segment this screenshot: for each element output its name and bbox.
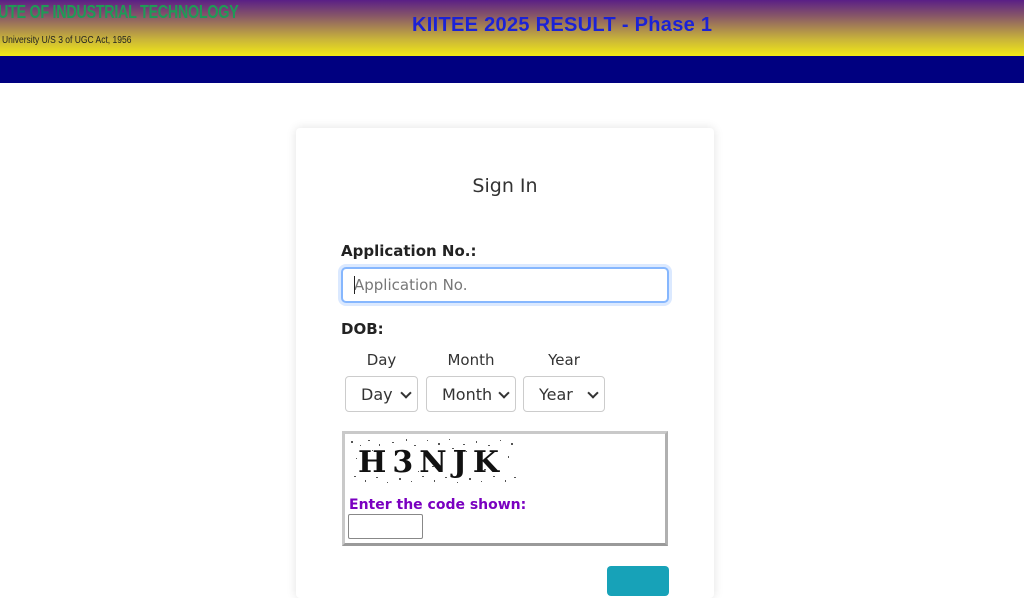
chevron-down-icon bbox=[400, 387, 412, 399]
text-caret bbox=[354, 276, 355, 294]
month-select-value: Month bbox=[442, 385, 493, 404]
application-number-input[interactable] bbox=[341, 267, 669, 303]
captcha-text: H3NJK bbox=[358, 445, 505, 480]
institute-logo-subtext: University U/S 3 of UGC Act, 1956 bbox=[2, 35, 132, 46]
dob-label: DOB: bbox=[341, 320, 384, 338]
sign-in-heading: Sign In bbox=[472, 175, 538, 197]
institute-logo-text: UTE OF INDUSTRIAL TECHNOLOGY bbox=[0, 2, 239, 22]
captcha-image: H3NJK bbox=[351, 439, 516, 483]
year-select[interactable]: Year bbox=[523, 376, 605, 412]
application-number-label: Application No.: bbox=[341, 242, 477, 260]
captcha-prompt: Enter the code shown: bbox=[349, 497, 527, 513]
site-header: UTE OF INDUSTRIAL TECHNOLOGY University … bbox=[0, 0, 1024, 56]
year-label: Year bbox=[548, 351, 580, 369]
navbar bbox=[0, 56, 1024, 83]
chevron-down-icon bbox=[498, 387, 510, 399]
day-select[interactable]: Day bbox=[345, 376, 418, 412]
year-select-value: Year bbox=[539, 385, 573, 404]
day-label: Day bbox=[366, 351, 397, 369]
chevron-down-icon bbox=[587, 387, 599, 399]
month-label: Month bbox=[447, 351, 495, 369]
page-title: KIITEE 2025 RESULT - Phase 1 bbox=[412, 14, 713, 36]
captcha-input[interactable] bbox=[348, 514, 423, 539]
day-select-value: Day bbox=[361, 385, 393, 404]
month-select[interactable]: Month bbox=[426, 376, 516, 412]
submit-button[interactable] bbox=[607, 566, 669, 596]
